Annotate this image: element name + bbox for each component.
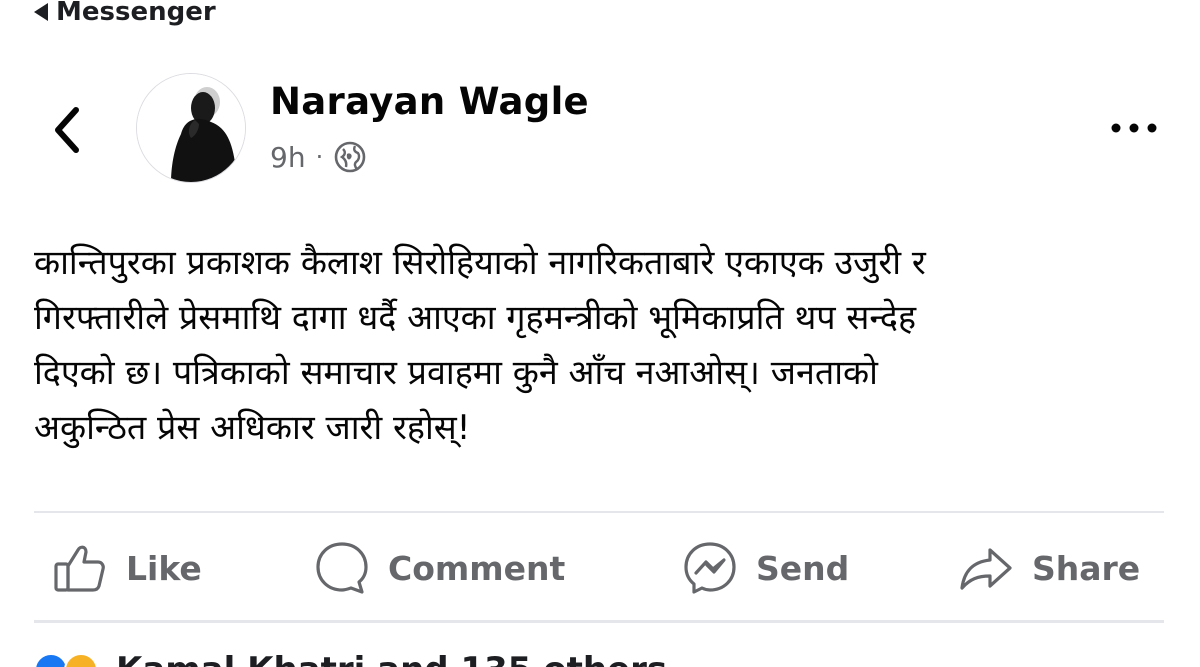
comment-bubble-icon	[316, 542, 368, 594]
comment-button[interactable]: Comment	[314, 528, 565, 608]
like-button[interactable]: Like	[52, 528, 202, 608]
thumbs-up-icon	[54, 545, 105, 592]
facebook-post-view: Messenger Narayan Wagle 9h · कान्तिपुरका…	[0, 0, 1200, 667]
avatar-portrait-image	[137, 74, 245, 182]
post-action-bar: Like Comment Send Share	[34, 528, 1164, 608]
like-reaction-icon	[34, 653, 68, 667]
back-app-label: Messenger	[56, 0, 216, 27]
send-label: Send	[756, 548, 850, 588]
haha-reaction-icon	[64, 653, 98, 667]
reaction-names: Kamal Khatri and 135 others	[116, 650, 667, 667]
messenger-icon	[684, 542, 736, 594]
share-arrow-icon	[960, 548, 1012, 590]
globe-icon	[334, 141, 366, 173]
meta-separator: ·	[315, 143, 324, 171]
send-button[interactable]: Send	[682, 528, 849, 608]
divider	[34, 511, 1164, 513]
author-avatar[interactable]	[136, 73, 246, 183]
post-meta: 9h ·	[270, 140, 367, 174]
back-to-app-link[interactable]: Messenger	[34, 0, 216, 32]
post-timestamp[interactable]: 9h	[270, 141, 306, 174]
divider	[34, 620, 1164, 623]
post-body-text: कान्तिपुरका प्रकाशक कैलाश सिरोहियाको नाग…	[34, 243, 926, 448]
back-chevron-icon[interactable]	[46, 104, 90, 156]
comment-label: Comment	[388, 548, 566, 588]
reactions-summary[interactable]: Kamal Khatri and 135 others	[34, 650, 667, 667]
like-label: Like	[126, 548, 202, 588]
share-button[interactable]: Share	[958, 528, 1140, 608]
back-triangle-icon	[34, 3, 48, 21]
more-options-icon[interactable]	[1108, 110, 1160, 146]
author-name[interactable]: Narayan Wagle	[270, 80, 589, 123]
share-label: Share	[1032, 548, 1141, 588]
